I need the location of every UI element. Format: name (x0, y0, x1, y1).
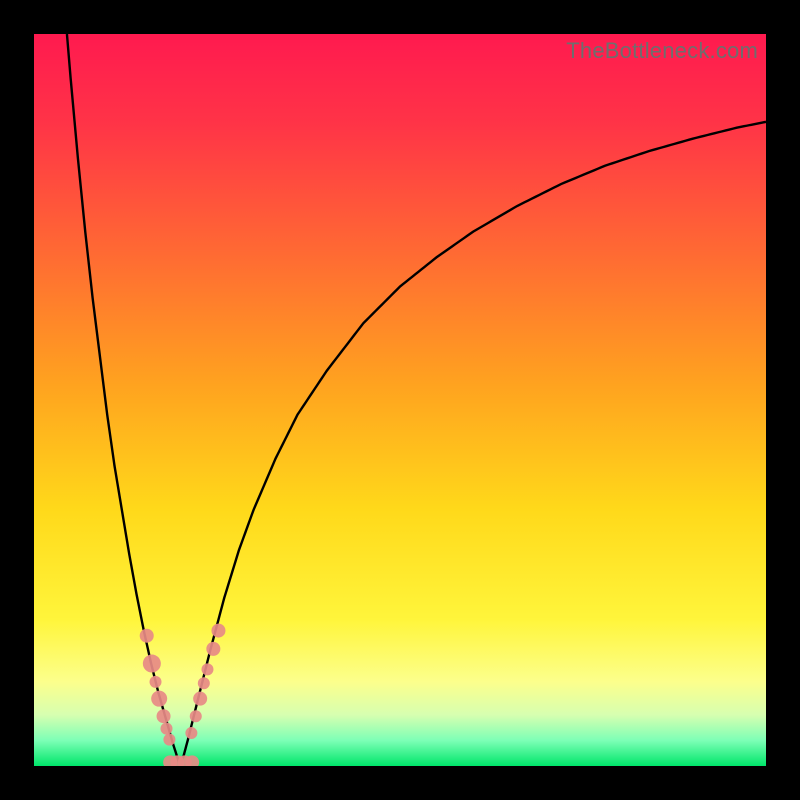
plot-area: TheBottleneck.com (34, 34, 766, 766)
data-marker (211, 624, 225, 638)
data-marker (193, 692, 207, 706)
data-marker (163, 734, 175, 746)
gradient-background (34, 34, 766, 766)
data-marker (151, 691, 167, 707)
data-marker (201, 663, 213, 675)
data-marker (140, 629, 154, 643)
data-marker (198, 677, 210, 689)
plot-svg (34, 34, 766, 766)
data-marker (185, 727, 197, 739)
data-marker (206, 642, 220, 656)
data-marker (160, 723, 172, 735)
data-marker (143, 655, 161, 673)
data-marker (150, 676, 162, 688)
data-marker (157, 709, 171, 723)
data-marker (190, 710, 202, 722)
watermark-text: TheBottleneck.com (566, 38, 758, 64)
chart-frame: TheBottleneck.com (0, 0, 800, 800)
